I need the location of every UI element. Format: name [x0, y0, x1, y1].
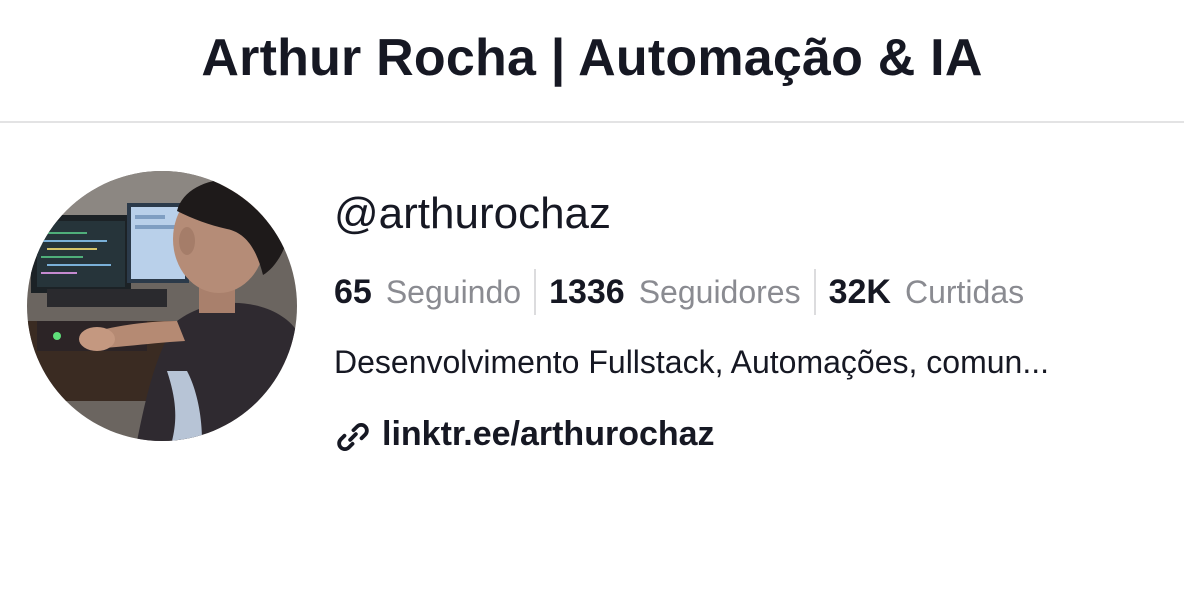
- following-stat[interactable]: 65 Seguindo: [334, 273, 521, 312]
- link-text[interactable]: linktr.ee/arthurochaz: [382, 415, 715, 454]
- bio-text: Desenvolvimento Fullstack, Automações, c…: [334, 344, 1049, 380]
- stats-divider: [813, 269, 816, 315]
- likes-label: Curtidas: [904, 273, 1025, 310]
- stats-row: 65 Seguindo 1336 Seguidores 32K Curtidas: [334, 268, 1164, 316]
- following-count: 65: [334, 272, 372, 311]
- likes-count: 32K: [828, 272, 891, 311]
- followers-label: Seguidores: [638, 273, 801, 310]
- page-header: Arthur Rocha | Automação & IA: [0, 0, 1184, 123]
- username: @arthurochaz: [334, 189, 612, 238]
- avatar[interactable]: [27, 171, 297, 441]
- stats-divider: [534, 269, 537, 315]
- profile-info: @arthurochaz 65 Seguindo 1336 Seguidores…: [334, 186, 1164, 456]
- followers-stat[interactable]: 1336 Seguidores: [549, 273, 801, 312]
- profile-link[interactable]: linktr.ee/arthurochaz: [334, 412, 1164, 456]
- following-label: Seguindo: [385, 273, 522, 310]
- page-title: Arthur Rocha | Automação & IA: [201, 28, 983, 87]
- likes-stat: 32K Curtidas: [829, 273, 1025, 312]
- followers-count: 1336: [549, 272, 625, 311]
- link-icon: [337, 423, 369, 451]
